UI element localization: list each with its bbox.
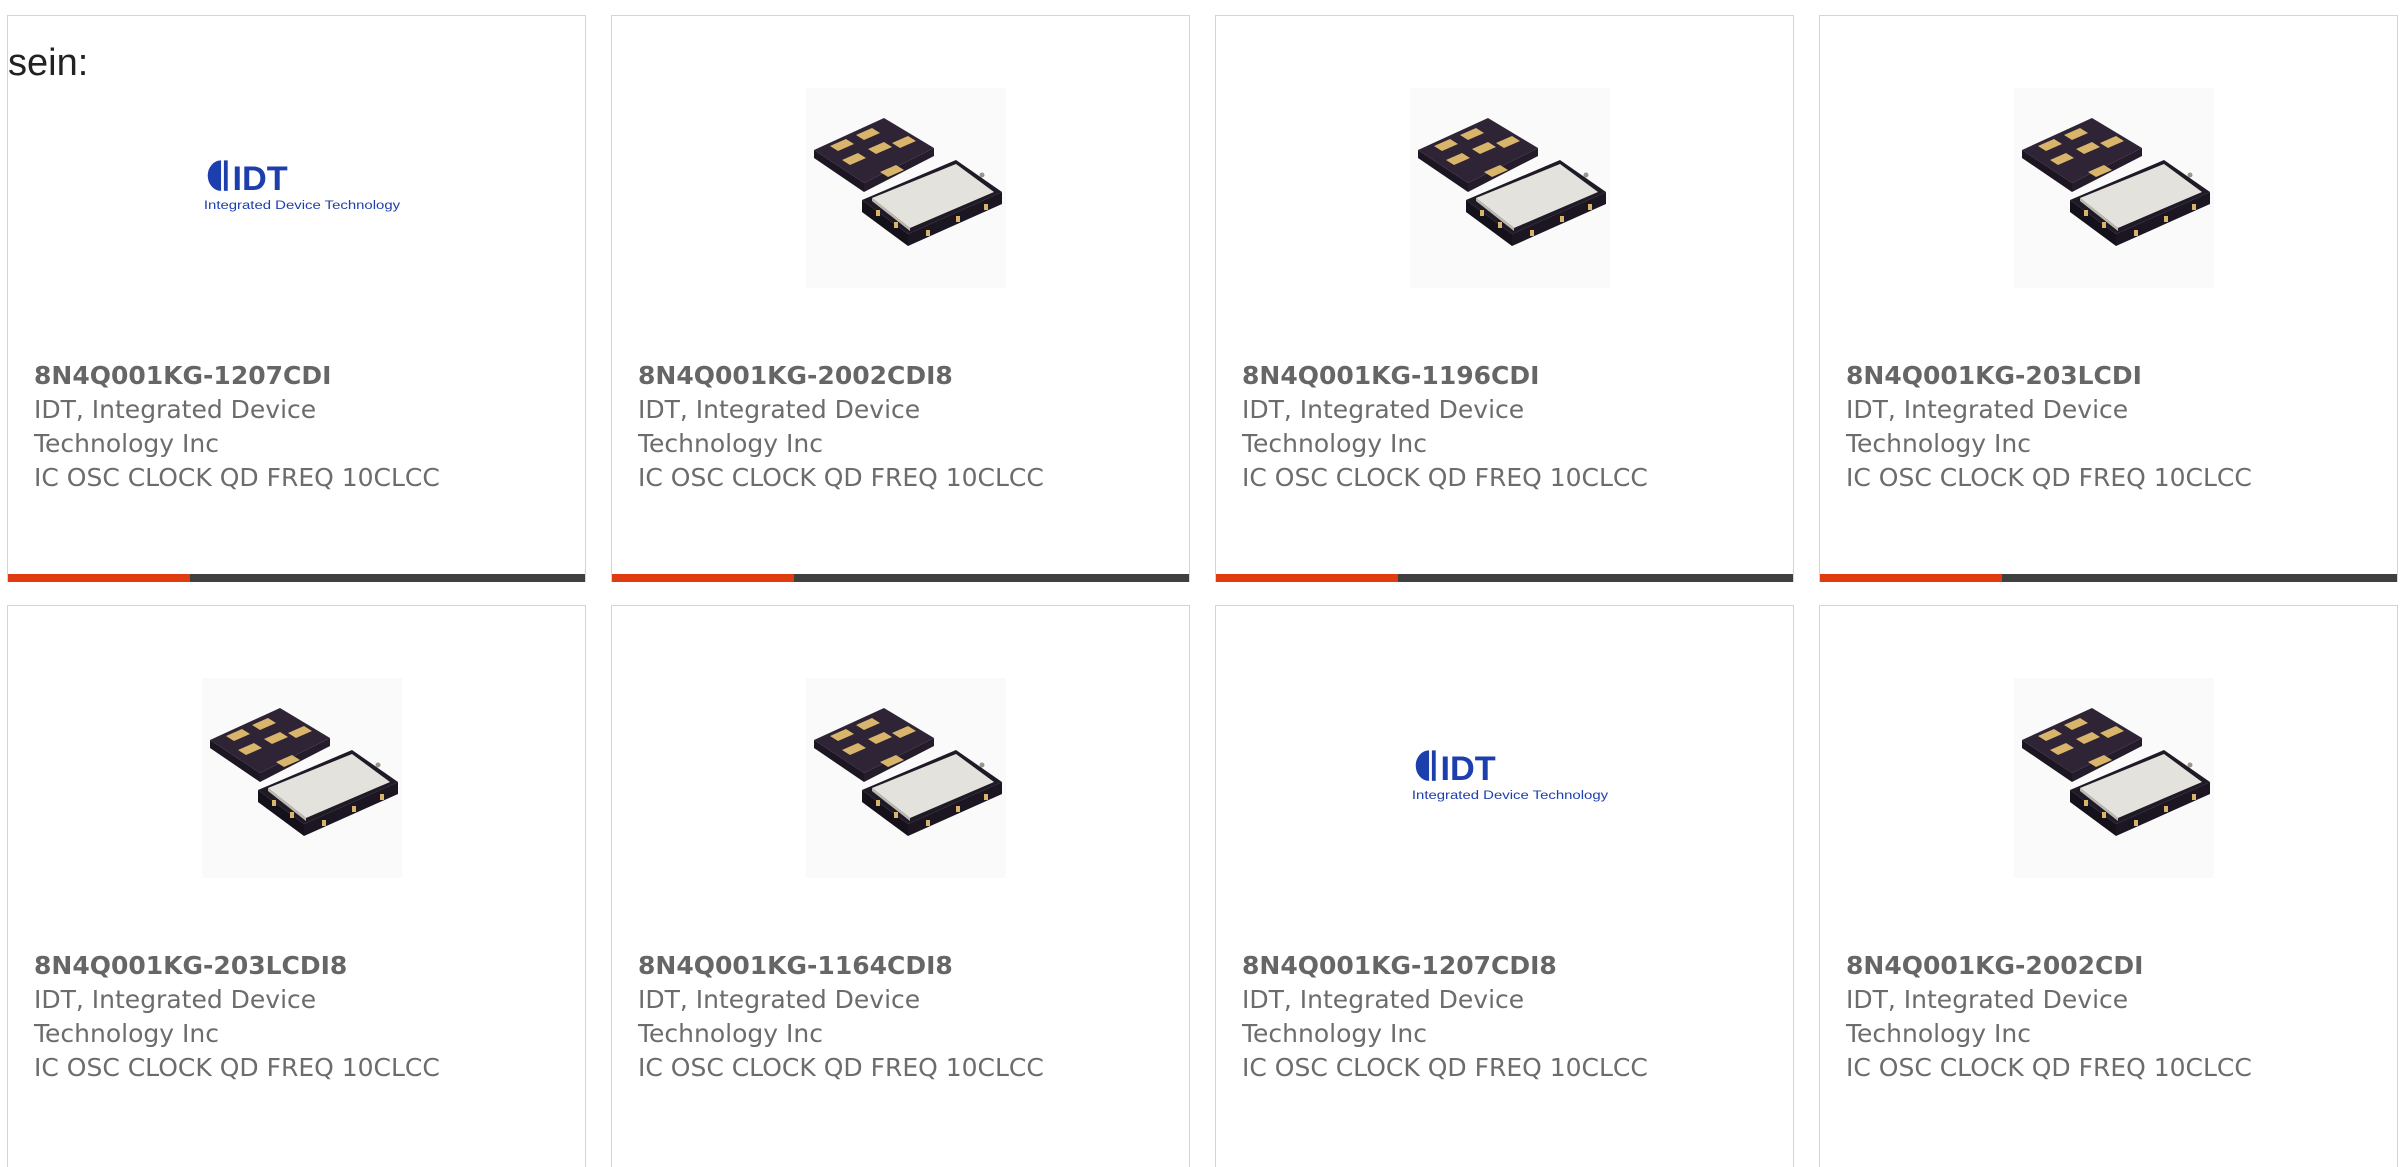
product-description: IC OSC CLOCK QD FREQ 10CLCC [34,1053,440,1082]
idt-tagline: Integrated Device Technology [204,198,401,212]
product-description: IC OSC CLOCK QD FREQ 10CLCC [34,463,440,492]
product-card[interactable]: IDT Integrated Device Technology 8N4Q001… [1215,605,1794,1167]
manufacturer-name: IDT, Integrated Device Technology Inc [34,985,317,1048]
accent-bar-highlight [1216,574,1398,582]
product-description: IC OSC CLOCK QD FREQ 10CLCC [1242,1053,1648,1082]
manufacturer-name: IDT, Integrated Device Technology Inc [1846,985,2129,1048]
oscillator-chip-image [2014,88,2214,288]
idt-logo-image: IDT Integrated Device Technology [1412,750,1609,802]
accent-bar-base [1398,574,1793,582]
card-accent-bar [1820,574,2397,582]
oscillator-chip-image [806,88,1006,288]
idt-logo-image: IDT Integrated Device Technology [204,160,401,212]
part-number-link[interactable]: 8N4Q001KG-2002CDI8 [638,359,1158,393]
part-number-link[interactable]: 8N4Q001KG-1196CDI [1242,359,1762,393]
part-number-link[interactable]: 8N4Q001KG-203LCDI [1846,359,2366,393]
product-card[interactable]: 8N4Q001KG-1196CDI IDT, Integrated Device … [1215,15,1794,582]
product-info: 8N4Q001KG-203LCDI IDT, Integrated Device … [1846,359,2366,495]
product-image[interactable] [806,88,1006,288]
idt-logo-mark-icon [1415,750,1436,781]
product-image[interactable] [202,678,402,878]
product-image[interactable] [806,678,1006,878]
product-image[interactable]: IDT Integrated Device Technology [1410,678,1610,878]
accent-bar-base [190,574,585,582]
product-info: 8N4Q001KG-2002CDI IDT, Integrated Device … [1846,949,2366,1085]
card-accent-bar [8,574,585,582]
product-card[interactable]: 8N4Q001KG-2002CDI IDT, Integrated Device … [1819,605,2398,1167]
accent-bar-highlight [612,574,794,582]
part-number-link[interactable]: 8N4Q001KG-1207CDI8 [1242,949,1762,983]
product-info: 8N4Q001KG-2002CDI8 IDT, Integrated Device… [638,359,1158,495]
manufacturer-name: IDT, Integrated Device Technology Inc [1846,395,2129,458]
product-description: IC OSC CLOCK QD FREQ 10CLCC [1846,463,2252,492]
accent-bar-highlight [8,574,190,582]
oscillator-chip-image [202,678,402,878]
part-number-link[interactable]: 8N4Q001KG-203LCDI8 [34,949,554,983]
product-image[interactable] [1410,88,1610,288]
part-number-link[interactable]: 8N4Q001KG-2002CDI [1846,949,2366,983]
oscillator-chip-image [806,678,1006,878]
product-description: IC OSC CLOCK QD FREQ 10CLCC [1242,463,1648,492]
product-image[interactable] [2014,88,2214,288]
product-card[interactable]: 8N4Q001KG-1164CDI8 IDT, Integrated Device… [611,605,1190,1167]
part-number-link[interactable]: 8N4Q001KG-1164CDI8 [638,949,1158,983]
product-info: 8N4Q001KG-1164CDI8 IDT, Integrated Device… [638,949,1158,1085]
product-card[interactable]: 8N4Q001KG-203LCDI8 IDT, Integrated Device… [7,605,586,1167]
product-listing-page: sein: IDT Integrated Device Technology 8… [0,0,2400,1167]
idt-wordmark: IDT [232,160,287,198]
product-image[interactable]: IDT Integrated Device Technology [202,88,402,288]
idt-tagline: Integrated Device Technology [1412,788,1609,802]
product-description: IC OSC CLOCK QD FREQ 10CLCC [638,463,1044,492]
manufacturer-name: IDT, Integrated Device Technology Inc [638,395,921,458]
product-card[interactable]: 8N4Q001KG-2002CDI8 IDT, Integrated Device… [611,15,1190,582]
card-accent-bar [1216,574,1793,582]
product-info: 8N4Q001KG-1207CDI8 IDT, Integrated Device… [1242,949,1762,1085]
idt-wordmark: IDT [1440,750,1495,788]
manufacturer-name: IDT, Integrated Device Technology Inc [1242,985,1525,1048]
accent-bar-base [794,574,1189,582]
idt-logo-mark-icon [207,160,228,191]
product-description: IC OSC CLOCK QD FREQ 10CLCC [1846,1053,2252,1082]
product-grid: IDT Integrated Device Technology 8N4Q001… [7,15,2400,1167]
oscillator-chip-image [2014,678,2214,878]
part-number-link[interactable]: 8N4Q001KG-1207CDI [34,359,554,393]
manufacturer-name: IDT, Integrated Device Technology Inc [1242,395,1525,458]
accent-bar-highlight [1820,574,2002,582]
product-info: 8N4Q001KG-1207CDI IDT, Integrated Device … [34,359,554,495]
product-info: 8N4Q001KG-203LCDI8 IDT, Integrated Device… [34,949,554,1085]
manufacturer-name: IDT, Integrated Device Technology Inc [638,985,921,1048]
product-card[interactable]: IDT Integrated Device Technology 8N4Q001… [7,15,586,582]
manufacturer-name: IDT, Integrated Device Technology Inc [34,395,317,458]
product-image[interactable] [2014,678,2214,878]
product-card[interactable]: 8N4Q001KG-203LCDI IDT, Integrated Device … [1819,15,2398,582]
accent-bar-base [2002,574,2397,582]
intro-text: sein: [8,42,89,84]
product-description: IC OSC CLOCK QD FREQ 10CLCC [638,1053,1044,1082]
oscillator-chip-image [1410,88,1610,288]
product-info: 8N4Q001KG-1196CDI IDT, Integrated Device … [1242,359,1762,495]
card-accent-bar [612,574,1189,582]
